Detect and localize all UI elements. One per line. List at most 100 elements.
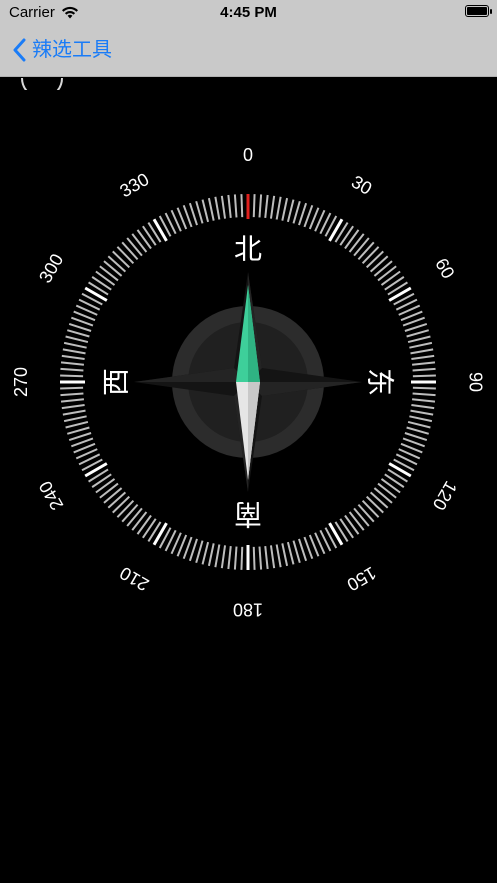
compass-tick bbox=[384, 276, 405, 291]
compass-tick bbox=[65, 335, 89, 344]
compass-tick bbox=[116, 499, 135, 518]
compass-tick bbox=[410, 348, 434, 355]
compass-degree-label: 30 bbox=[348, 172, 375, 199]
compass-major-tick bbox=[152, 522, 168, 546]
compass-tick bbox=[252, 194, 256, 218]
compass-tick bbox=[411, 403, 435, 410]
compass-tick bbox=[292, 540, 301, 563]
compass-tick bbox=[220, 545, 227, 569]
compass-tick bbox=[188, 538, 198, 562]
compass-tick bbox=[136, 229, 152, 250]
compass-degree-label: 240 bbox=[35, 478, 67, 514]
compass-tick bbox=[373, 260, 393, 277]
compass-tick bbox=[357, 241, 375, 261]
compass-tick bbox=[201, 541, 210, 565]
compass-tick bbox=[62, 348, 86, 355]
compass-tick bbox=[103, 260, 123, 277]
compass-tick bbox=[227, 194, 232, 219]
compass-tick bbox=[142, 518, 157, 539]
compass-tick bbox=[348, 233, 365, 253]
compass-degree-label: 90 bbox=[465, 372, 485, 392]
compass-tick bbox=[264, 194, 269, 219]
compass-tick bbox=[377, 482, 397, 499]
compass-tick bbox=[404, 322, 428, 332]
compass-tick bbox=[107, 491, 127, 509]
compass-tick bbox=[298, 538, 308, 562]
compass-tick bbox=[361, 246, 380, 265]
compass-tick bbox=[60, 361, 85, 366]
compass-tick bbox=[214, 196, 221, 220]
compass-degree-label: 270 bbox=[11, 367, 31, 397]
compass-tick bbox=[95, 478, 116, 494]
compass-tick bbox=[412, 367, 436, 372]
compass-tick bbox=[121, 241, 139, 261]
compass-degree-label: 210 bbox=[116, 563, 152, 595]
compass-tick bbox=[60, 386, 84, 390]
compass-tick bbox=[412, 374, 436, 378]
compass-tick bbox=[91, 473, 112, 488]
compass-tick bbox=[240, 546, 244, 570]
compass-tick bbox=[365, 495, 384, 514]
compass-tick bbox=[369, 255, 389, 273]
compass-tick bbox=[406, 329, 429, 338]
compass-tick bbox=[240, 194, 244, 218]
compass-tick bbox=[131, 233, 148, 253]
compass-tick bbox=[348, 511, 365, 531]
compass-tick bbox=[264, 545, 269, 570]
compass-tick bbox=[357, 503, 375, 523]
compass-tick bbox=[68, 432, 92, 442]
compass-tick bbox=[107, 255, 127, 273]
compass-tick bbox=[269, 195, 276, 219]
compass-major-tick bbox=[152, 218, 168, 242]
compass-tick bbox=[275, 544, 282, 568]
compass-tick bbox=[131, 511, 148, 531]
compass-tick bbox=[220, 195, 227, 219]
compass-tick bbox=[380, 270, 401, 286]
compass-tick bbox=[61, 403, 85, 410]
compass-tick bbox=[63, 341, 87, 349]
compass-tick bbox=[339, 225, 354, 246]
compass-tick bbox=[409, 415, 433, 423]
compass-tick bbox=[60, 367, 84, 372]
compass-tick bbox=[258, 546, 263, 570]
compass-tick bbox=[406, 426, 429, 435]
compass-tick bbox=[298, 202, 308, 226]
compass-tick bbox=[411, 398, 436, 403]
compass-tick bbox=[380, 478, 401, 494]
compass-tick bbox=[227, 545, 232, 570]
compass-tick bbox=[103, 487, 123, 504]
compass-tick bbox=[126, 507, 143, 527]
compass-major-tick bbox=[84, 286, 108, 302]
compass-degree-label: 300 bbox=[35, 250, 67, 286]
compass-tick bbox=[292, 201, 301, 224]
cardinal-south: 南 bbox=[234, 499, 262, 530]
compass-tick bbox=[373, 487, 393, 504]
compass-tick bbox=[63, 415, 87, 423]
compass-tick bbox=[252, 546, 256, 570]
compass-tick bbox=[67, 329, 90, 338]
compass-tick bbox=[407, 335, 431, 344]
compass-tick bbox=[112, 250, 131, 269]
compass-tick bbox=[91, 276, 112, 291]
compass-tick bbox=[411, 354, 435, 361]
compass-tick bbox=[286, 199, 295, 223]
compass-tick bbox=[121, 503, 139, 523]
compass-tick bbox=[207, 543, 215, 567]
compass-tick bbox=[258, 194, 263, 218]
compass-tick bbox=[412, 392, 436, 397]
compass-tick bbox=[410, 409, 434, 416]
compass-tick bbox=[233, 194, 238, 218]
compass-tick bbox=[61, 354, 85, 361]
compass-tick bbox=[95, 270, 116, 286]
compass-tick bbox=[384, 473, 405, 488]
compass-tick bbox=[281, 197, 289, 221]
compass-tick bbox=[116, 246, 135, 265]
cardinal-north: 北 bbox=[234, 233, 262, 264]
compass-tick bbox=[353, 237, 370, 257]
compass-tick bbox=[65, 420, 89, 429]
compass-tick bbox=[195, 201, 204, 224]
compass-tick bbox=[409, 341, 433, 349]
compass-major-tick bbox=[388, 462, 412, 478]
compass-tick bbox=[126, 237, 143, 257]
compass-dial: 0 30 60 90 120 150 180 210 240 270 300 330 北 东 南 西 bbox=[11, 145, 486, 620]
